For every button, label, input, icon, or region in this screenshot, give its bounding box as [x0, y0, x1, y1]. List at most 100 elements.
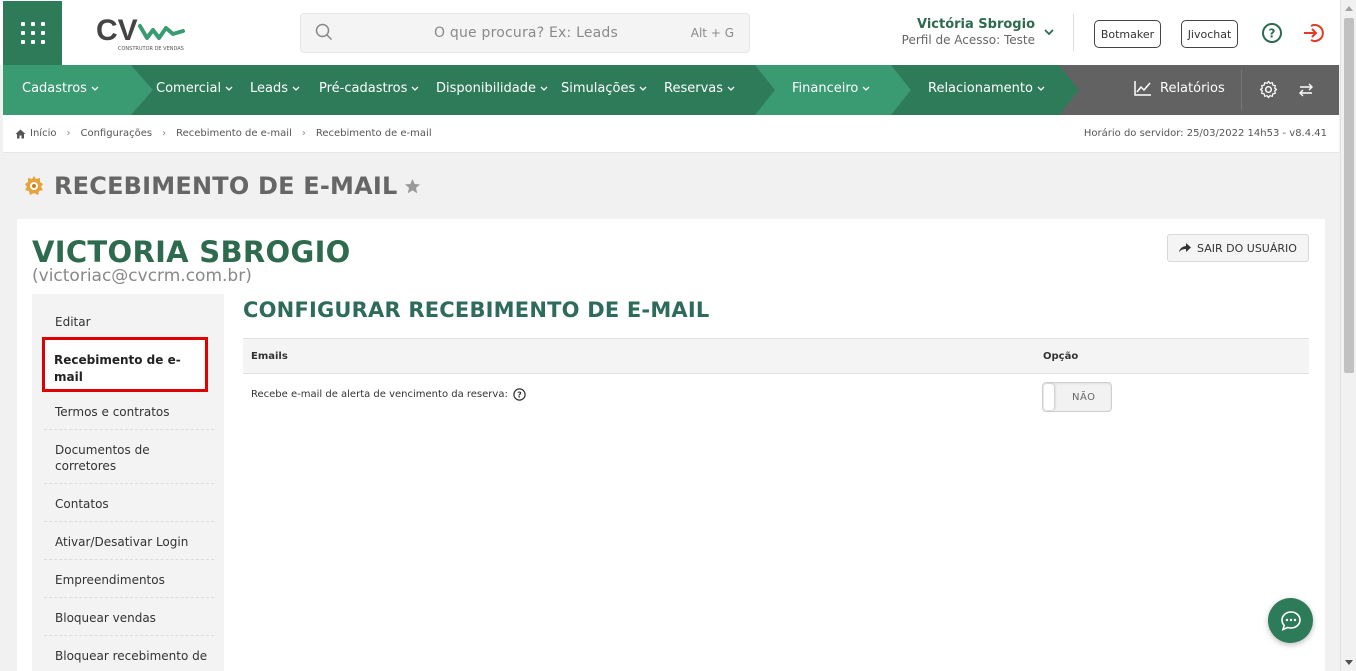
- row-label-text: Recebe e-mail de alerta de vencimento da…: [251, 389, 508, 400]
- exit-user-label: SAIR DO USUÁRIO: [1197, 241, 1297, 255]
- nav-pre-cadastros[interactable]: Pré-cadastros: [319, 81, 419, 96]
- table-row: Recebe e-mail de alerta de vencimento da…: [243, 374, 1309, 418]
- gear-icon[interactable]: [1259, 80, 1278, 99]
- chevron-down-icon: [225, 86, 233, 91]
- chevron-down-icon: [540, 86, 548, 91]
- divider: [1241, 70, 1242, 110]
- help-icon[interactable]: ?: [1261, 22, 1283, 44]
- sidebar-item-termos[interactable]: Termos e contratos: [55, 404, 213, 420]
- swap-icon[interactable]: [1298, 82, 1314, 98]
- scroll-down-icon[interactable]: [1345, 660, 1353, 666]
- svg-text:?: ?: [517, 391, 522, 400]
- breadcrumb-home[interactable]: Início: [15, 128, 56, 139]
- search-shortcut: Alt + G: [690, 26, 734, 40]
- breadcrumb-current: Recebimento de e-mail: [315, 128, 432, 139]
- cvcrm-logo[interactable]: CV CONSTRUTOR DE VENDAS: [96, 12, 190, 54]
- sidebar-item-documentos[interactable]: Documentos de corretores: [55, 442, 213, 474]
- user-menu[interactable]: Victória Sbrogio Perfil de Acesso: Teste: [902, 17, 1035, 47]
- search-placeholder[interactable]: O que procura? Ex: Leads: [434, 25, 618, 41]
- jivochat-button[interactable]: Jivochat: [1181, 20, 1238, 48]
- divider: [44, 597, 214, 598]
- row-label: Recebe e-mail de alerta de vencimento da…: [251, 388, 526, 401]
- favorite-star-icon[interactable]: [404, 178, 421, 195]
- grid-icon: [20, 22, 45, 44]
- chevron-down-icon[interactable]: [1043, 27, 1055, 37]
- chevron-down-icon: [727, 86, 735, 91]
- user-display-name: VICTORIA SBROGIO: [32, 235, 351, 269]
- chevron-down-icon: [411, 86, 419, 91]
- search-icon: [315, 23, 333, 41]
- server-time: Horário do servidor: 25/03/2022 14h53 - …: [1083, 128, 1327, 139]
- divider: [44, 429, 214, 430]
- logout-icon[interactable]: [1302, 22, 1326, 44]
- breadcrumb-separator: ›: [66, 128, 71, 139]
- breadcrumb-configuracoes[interactable]: Configurações: [80, 128, 152, 139]
- nav-reservas[interactable]: Reservas: [664, 81, 735, 96]
- divider: [44, 559, 214, 560]
- alert-reservation-toggle[interactable]: NÃO: [1042, 382, 1112, 412]
- content-card: VICTORIA SBROGIO (victoriac@cvcrm.com.br…: [17, 219, 1325, 671]
- nav-relacionamento[interactable]: Relacionamento: [928, 81, 1045, 96]
- user-profile: Perfil de Acesso: Teste: [901, 33, 1035, 47]
- top-header: CV CONSTRUTOR DE VENDAS O que procura? E…: [0, 0, 1340, 65]
- nav-relatorios-label: Relatórios: [1160, 80, 1225, 96]
- chevron-down-icon: [292, 86, 300, 91]
- sidebar-item-recebimento-email[interactable]: Recebimento de e-mail: [42, 337, 208, 392]
- breadcrumb-recebimento[interactable]: Recebimento de e-mail: [176, 128, 292, 139]
- chart-line-icon: [1134, 81, 1151, 96]
- page-scrollbar[interactable]: [1340, 0, 1356, 671]
- nav-comercial[interactable]: Comercial: [156, 81, 233, 96]
- settings-sidebar: Editar Recebimento de e-mail Termos e co…: [32, 294, 224, 671]
- chevron-down-icon: [91, 86, 99, 91]
- chat-button[interactable]: [1268, 598, 1313, 643]
- sidebar-item-empreendimentos[interactable]: Empreendimentos: [55, 572, 213, 588]
- column-header-emails: Emails: [251, 351, 288, 362]
- svg-text:?: ?: [1269, 27, 1276, 41]
- breadcrumb: Início › Configurações › Recebimento de …: [15, 128, 432, 139]
- settings-badge-icon: [25, 176, 43, 195]
- scrollbar-thumb[interactable]: [1344, 18, 1354, 373]
- scroll-up-icon[interactable]: [1345, 5, 1353, 11]
- sidebar-item-ativar-login[interactable]: Ativar/Desativar Login: [55, 534, 213, 550]
- nav-financeiro[interactable]: Financeiro: [792, 81, 870, 96]
- breadcrumb-bar: Início › Configurações › Recebimento de …: [3, 115, 1339, 153]
- user-email: (victoriac@cvcrm.com.br): [32, 266, 252, 286]
- nav-simulacoes[interactable]: Simulações: [561, 81, 647, 96]
- page-header: RECEBIMENTO DE E-MAIL: [22, 172, 421, 200]
- nav-cadastros[interactable]: Cadastros: [22, 81, 99, 96]
- chevron-down-icon: [862, 86, 870, 91]
- toggle-value: NÃO: [1072, 392, 1096, 403]
- nav-disponibilidade[interactable]: Disponibilidade: [436, 81, 548, 96]
- sidebar-item-contatos[interactable]: Contatos: [55, 496, 213, 512]
- chat-bubble-icon: [1280, 610, 1301, 631]
- breadcrumb-home-label: Início: [30, 128, 57, 139]
- home-icon: [15, 129, 26, 138]
- section-title: CONFIGURAR RECEBIMENTO DE E-MAIL: [243, 298, 710, 322]
- sidebar-item-editar[interactable]: Editar: [55, 314, 213, 330]
- apps-menu-button[interactable]: [3, 1, 62, 65]
- logo-tagline: CONSTRUTOR DE VENDAS: [118, 46, 184, 52]
- user-name[interactable]: Victória Sbrogio: [902, 17, 1035, 32]
- nav-relatorios[interactable]: Relatórios: [1134, 80, 1225, 96]
- question-circle-icon[interactable]: ?: [513, 388, 526, 401]
- divider: [44, 521, 214, 522]
- exit-user-button[interactable]: SAIR DO USUÁRIO: [1167, 234, 1309, 262]
- divider: [44, 483, 214, 484]
- svg-text:CV: CV: [96, 14, 138, 47]
- divider: [1073, 14, 1074, 51]
- sidebar-item-bloquear-recebimento[interactable]: Bloquear recebimento de: [55, 648, 213, 664]
- chevron-down-icon: [1037, 86, 1045, 91]
- table-header: Emails Opção: [243, 338, 1309, 374]
- toggle-knob[interactable]: [1044, 384, 1054, 410]
- divider: [44, 635, 214, 636]
- chevron-down-icon: [639, 86, 647, 91]
- sidebar-item-bloquear-vendas[interactable]: Bloquear vendas: [55, 610, 213, 626]
- sidebar-item-label: Recebimento de e-mail: [54, 353, 181, 384]
- botmaker-button[interactable]: Botmaker: [1094, 20, 1161, 48]
- breadcrumb-separator: ›: [162, 128, 167, 139]
- column-header-opcao: Opção: [1043, 351, 1079, 362]
- page-title: RECEBIMENTO DE E-MAIL: [54, 172, 398, 200]
- nav-leads[interactable]: Leads: [250, 81, 300, 96]
- global-search[interactable]: O que procura? Ex: Leads Alt + G: [300, 13, 750, 53]
- share-arrow-icon: [1179, 243, 1192, 253]
